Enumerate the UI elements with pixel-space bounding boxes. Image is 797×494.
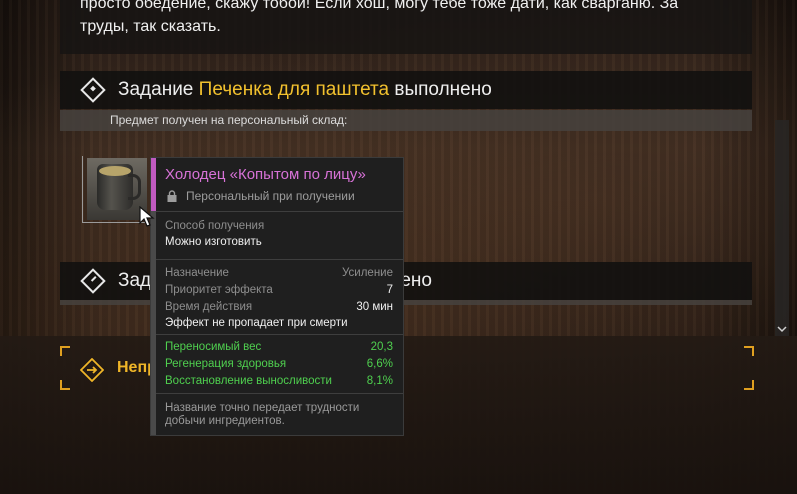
unfinished-quest-icon xyxy=(79,357,105,383)
jelly-pot-icon xyxy=(87,158,147,220)
lock-icon xyxy=(167,190,177,202)
purpose-value: Усиление xyxy=(342,267,393,279)
stat-label: Регенерация здоровья xyxy=(165,358,287,370)
quest-name: Печенка для паштета xyxy=(198,79,390,100)
quest-diamond-icon xyxy=(80,77,106,103)
priority-value: 7 xyxy=(386,284,393,296)
stat-value: 20,3 xyxy=(370,341,393,353)
duration-value: 30 мин xyxy=(356,301,393,313)
quest-completed-title: Задание Печенка для паштета выполнено xyxy=(118,79,492,101)
persist-note: Эффект не пропадает при смерти xyxy=(165,317,348,329)
scrollbar[interactable] xyxy=(775,120,789,336)
purpose-label: Назначение xyxy=(165,267,229,279)
duration-label: Время действия xyxy=(165,301,253,313)
stat-value: 8,1% xyxy=(366,375,393,387)
frame-corner xyxy=(744,380,754,390)
frame-corner xyxy=(744,346,754,356)
reward-info-text: Предмет получен на персональный склад: xyxy=(110,113,348,127)
binding-text: Персональный при получении xyxy=(186,189,355,203)
quest-title-prefix: Задание xyxy=(118,79,194,100)
item-description: Название точно передает трудности добычи… xyxy=(165,402,360,427)
item-tooltip: Холодец «Копытом по лицу» Персональный п… xyxy=(150,157,404,436)
obtain-value: Можно изготовить xyxy=(165,236,262,248)
stat-label: Переносимый вес xyxy=(165,341,262,353)
chevron-down-icon[interactable] xyxy=(777,324,787,334)
stat-label: Восстановление выносливости xyxy=(165,375,332,387)
quest-title-suffix: выполнено xyxy=(394,79,492,100)
frame-corner xyxy=(60,380,70,390)
dialog-text-panel: просто обедение, скажу тобой! Если хош, … xyxy=(60,0,752,54)
obtain-label: Способ получения xyxy=(165,220,265,232)
quest-new-icon xyxy=(80,268,106,294)
stat-value: 6,6% xyxy=(366,358,393,370)
item-name: Холодец «Копытом по лицу» xyxy=(165,166,366,183)
mouse-cursor-icon xyxy=(139,206,155,227)
dialog-text: просто обедение, скажу тобой! Если хош, … xyxy=(80,0,679,35)
rarity-accent xyxy=(151,158,156,211)
frame-corner xyxy=(60,346,70,356)
priority-label: Приоритет эффекта xyxy=(165,284,273,296)
reward-info-bar: Предмет получен на персональный склад: xyxy=(60,110,752,131)
quest-completed-header: Задание Печенка для паштета выполнено xyxy=(60,71,752,109)
